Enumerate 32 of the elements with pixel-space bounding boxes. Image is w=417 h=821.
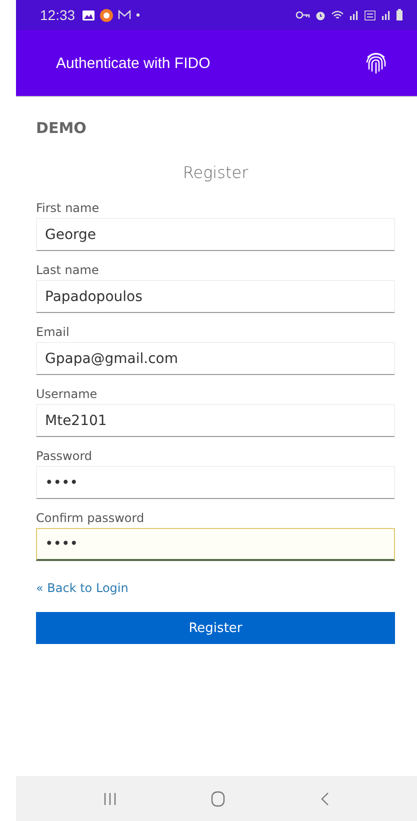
field-label: Username: [36, 387, 98, 401]
field-label: Confirm password: [36, 511, 146, 525]
field-label: Email: [36, 325, 70, 339]
input-field[interactable]: ••••: [36, 466, 395, 499]
recent-apps-icon[interactable]: [103, 792, 118, 806]
back-icon[interactable]: [320, 792, 330, 806]
mail-icon: [118, 10, 132, 20]
key-icon: [296, 11, 310, 19]
field-label: Last name: [36, 263, 100, 277]
brand-label: DEMO: [36, 119, 88, 137]
fingerprint-icon[interactable]: [365, 51, 387, 75]
wifi-icon: [331, 10, 344, 20]
app-title: Authenticate with FIDO: [56, 54, 210, 72]
input-field[interactable]: Gpapa@gmail.com: [36, 342, 395, 375]
dot-icon: [136, 13, 140, 17]
image-icon: [82, 10, 96, 20]
clock: 12:33: [40, 7, 76, 23]
signal-icon: [381, 10, 391, 20]
input-field[interactable]: Mte2101: [36, 404, 395, 437]
field-label: First name: [36, 201, 100, 215]
signal-icon: [349, 10, 359, 20]
input-field[interactable]: Papadopoulos: [36, 280, 395, 313]
input-field[interactable]: ••••: [36, 528, 395, 561]
register-button[interactable]: Register: [36, 612, 395, 644]
input-field[interactable]: George: [36, 218, 395, 251]
battery-icon: [396, 9, 403, 21]
alarm-icon: [315, 10, 326, 20]
back-to-login-link[interactable]: « Back to Login: [36, 581, 128, 595]
home-icon[interactable]: [211, 790, 226, 806]
app-icon: [100, 8, 114, 22]
field-label: Password: [36, 449, 94, 463]
form-title: Register: [182, 163, 250, 182]
